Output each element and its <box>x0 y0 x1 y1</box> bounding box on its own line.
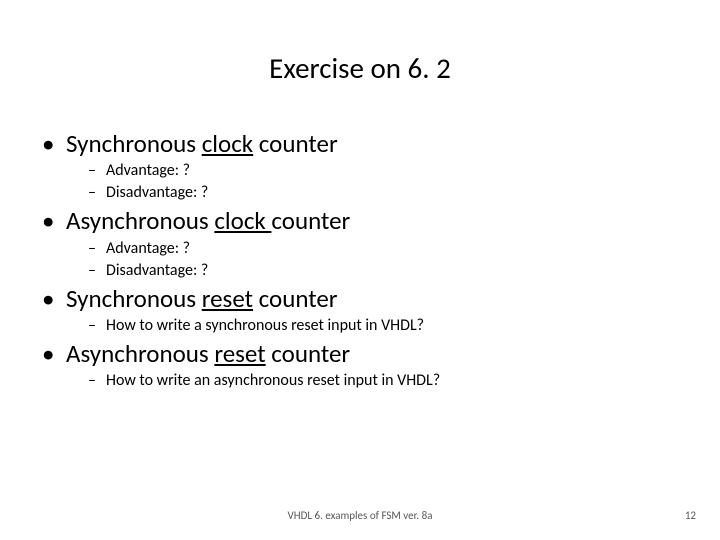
bullet-async-clock-adv: Advantage: ? <box>38 239 690 259</box>
bullet-sync-clock: Synchronous clock counter <box>38 128 690 159</box>
bullet-async-reset: Asynchronous reset counter <box>38 338 690 369</box>
bullet-sync-clock-dis: Disadvantage: ? <box>38 183 690 203</box>
text-part: counter <box>271 205 350 236</box>
text-part: Asynchronous <box>66 338 214 369</box>
bullet-sync-reset: Synchronous reset counter <box>38 283 690 314</box>
text-part: counter <box>253 283 338 314</box>
slide: Exercise on 6. 2 Synchronous clock count… <box>0 0 720 540</box>
slide-title: Exercise on 6. 2 <box>0 50 720 86</box>
bullet-async-clock-dis: Disadvantage: ? <box>38 261 690 281</box>
slide-number: 12 <box>685 509 696 522</box>
text-part: Synchronous <box>66 283 202 314</box>
text-part-underline: clock <box>214 205 271 236</box>
text-part-underline: clock <box>202 128 253 159</box>
text-part: Synchronous <box>66 128 202 159</box>
text-part: counter <box>266 338 351 369</box>
text-part-underline: reset <box>202 283 253 314</box>
content-area: Synchronous clock counter Advantage: ? D… <box>38 128 690 393</box>
footer-center-text: VHDL 6. examples of FSM ver. 8a <box>0 509 720 522</box>
text-part: Asynchronous <box>66 205 214 236</box>
text-part-underline: reset <box>214 338 265 369</box>
bullet-sync-clock-adv: Advantage: ? <box>38 161 690 181</box>
bullet-async-clock: Asynchronous clock counter <box>38 205 690 236</box>
bullet-async-reset-how: How to write an asynchronous reset input… <box>38 371 690 391</box>
text-part: counter <box>253 128 338 159</box>
bullet-sync-reset-how: How to write a synchronous reset input i… <box>38 316 690 336</box>
